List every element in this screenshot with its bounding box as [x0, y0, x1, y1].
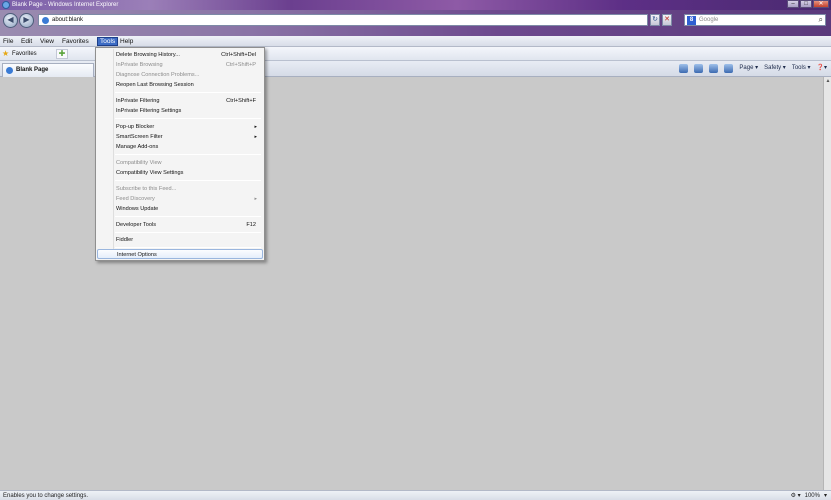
submenu-arrow-icon: ▸	[254, 196, 257, 202]
menu-item-inprivate-filtering-settings[interactable]: InPrivate Filtering Settings	[97, 106, 263, 116]
home-icon[interactable]	[679, 64, 689, 73]
submenu-arrow-icon: ▸	[254, 134, 257, 140]
tab-page-icon	[6, 67, 13, 74]
tab-blank-page[interactable]: Blank Page	[2, 63, 94, 77]
status-bar: Enables you to change settings. ⚙ ▾ 100%…	[0, 490, 831, 500]
help-menu-button[interactable]: ❓▾	[817, 64, 827, 73]
menu-item-delete-history[interactable]: Delete Browsing History... Ctrl+Shift+De…	[97, 50, 263, 60]
minimize-button[interactable]: –	[787, 0, 799, 8]
protected-mode-icon[interactable]: ⚙ ▾	[791, 492, 801, 500]
print-icon[interactable]	[724, 64, 734, 73]
menu-item-label: Manage Add-ons	[116, 144, 159, 150]
menu-separator	[115, 232, 261, 233]
maximize-button[interactable]: □	[800, 0, 812, 8]
search-input[interactable]: 8 Google ⌕	[684, 14, 826, 26]
address-text[interactable]: about:blank	[52, 16, 83, 25]
menu-item-diagnose[interactable]: Diagnose Connection Problems...	[97, 70, 263, 80]
menu-item-compat-view[interactable]: Compatibility View	[97, 158, 263, 168]
menu-help[interactable]: Help	[118, 37, 135, 46]
window-controls: – □ ✕	[787, 0, 829, 8]
menu-item-label: Fiddler	[116, 237, 134, 243]
menu-favorites[interactable]: Favorites	[60, 37, 91, 46]
menu-item-developer-tools[interactable]: Developer Tools F12	[97, 220, 263, 230]
search-provider-icon[interactable]: 8	[687, 16, 696, 25]
address-bar[interactable]: about:blank	[38, 14, 648, 26]
favorites-button[interactable]: Favorites	[12, 50, 37, 58]
menu-item-shortcut: Ctrl+Shift+Del	[221, 52, 256, 58]
mail-icon[interactable]	[709, 64, 719, 73]
scroll-up-icon[interactable]: ▲	[825, 78, 831, 84]
feeds-icon[interactable]	[694, 64, 704, 73]
address-buttons: ↻ ✕	[650, 14, 672, 26]
menu-view[interactable]: View	[38, 37, 56, 46]
menu-item-subscribe-feed[interactable]: Subscribe to this Feed...	[97, 184, 263, 194]
menu-item-label: Windows Update	[116, 206, 159, 212]
refresh-button[interactable]: ↻	[650, 14, 660, 26]
menu-item-label: SmartScreen Filter	[116, 134, 163, 140]
title-bar: Blank Page - Windows Internet Explorer –…	[0, 0, 831, 10]
menu-item-label: Pop-up Blocker	[116, 124, 155, 130]
stop-button[interactable]: ✕	[662, 14, 672, 26]
menu-item-label: Feed Discovery	[116, 196, 155, 202]
menu-item-shortcut: Ctrl+Shift+P	[225, 62, 256, 68]
zoom-level[interactable]: 100%	[805, 492, 820, 500]
menu-separator	[115, 247, 261, 248]
menu-item-label: Diagnose Connection Problems...	[116, 72, 200, 78]
menu-item-label: Subscribe to this Feed...	[116, 186, 177, 192]
close-button[interactable]: ✕	[813, 0, 829, 8]
vertical-scrollbar[interactable]: ▲	[823, 77, 831, 490]
menu-item-manage-addons[interactable]: Manage Add-ons	[97, 142, 263, 152]
menu-item-label: InPrivate Browsing	[116, 62, 163, 68]
menu-item-label: Internet Options	[117, 252, 157, 258]
menu-separator	[115, 180, 261, 181]
page-menu-button[interactable]: Page ▾	[739, 64, 758, 73]
menu-item-label: Reopen Last Browsing Session	[116, 82, 194, 88]
menu-edit[interactable]: Edit	[19, 37, 34, 46]
menu-item-feed-discovery[interactable]: Feed Discovery ▸	[97, 194, 263, 204]
menu-separator	[115, 154, 261, 155]
menu-separator	[115, 92, 261, 93]
page-icon	[42, 17, 49, 24]
menu-tools[interactable]: Tools	[97, 37, 119, 46]
menu-item-inprivate-browsing[interactable]: InPrivate Browsing Ctrl+Shift+P	[97, 60, 263, 70]
tools-dropdown-menu: Delete Browsing History... Ctrl+Shift+De…	[95, 47, 265, 261]
ie-logo-icon	[2, 1, 10, 9]
safety-menu-button[interactable]: Safety ▾	[764, 64, 786, 73]
tab-label: Blank Page	[16, 67, 49, 73]
menu-item-shortcut: F12	[246, 222, 256, 228]
menu-item-label: Developer Tools	[116, 222, 157, 228]
status-text: Enables you to change settings.	[3, 493, 89, 499]
menu-item-internet-options[interactable]: Internet Options	[97, 249, 263, 259]
menu-item-smartscreen[interactable]: SmartScreen Filter ▸	[97, 132, 263, 142]
menu-separator	[115, 216, 261, 217]
back-button[interactable]: ◀	[3, 13, 18, 28]
menu-item-label: Compatibility View	[116, 160, 162, 166]
favorites-star-icon[interactable]: ★	[2, 50, 9, 58]
status-right: ⚙ ▾ 100% ▾	[791, 492, 827, 500]
menu-item-label: Compatibility View Settings	[116, 170, 184, 176]
tools-menu-button[interactable]: Tools ▾	[792, 64, 811, 73]
window-title: Blank Page - Windows Internet Explorer	[12, 2, 119, 8]
menu-item-reopen-session[interactable]: Reopen Last Browsing Session	[97, 80, 263, 90]
menu-item-label: Delete Browsing History...	[116, 52, 180, 58]
menu-item-popup-blocker[interactable]: Pop-up Blocker ▸	[97, 122, 263, 132]
menu-bar: File Edit View Favorites Tools Help	[0, 36, 831, 47]
menu-item-windows-update[interactable]: Windows Update	[97, 204, 263, 214]
menu-item-label: InPrivate Filtering Settings	[116, 108, 182, 114]
menu-item-fiddler[interactable]: Fiddler	[97, 235, 263, 245]
menu-item-label: InPrivate Filtering	[116, 98, 160, 104]
menu-item-inprivate-filtering[interactable]: InPrivate Filtering Ctrl+Shift+F	[97, 96, 263, 106]
search-placeholder: Google	[699, 17, 719, 23]
add-favorite-icon[interactable]: ✚	[56, 49, 68, 59]
forward-button[interactable]: ▶	[19, 13, 34, 28]
search-icon[interactable]: ⌕	[819, 15, 823, 25]
command-bar: Page ▾ Safety ▾ Tools ▾ ❓▾	[679, 64, 827, 73]
menu-item-shortcut: Ctrl+Shift+F	[226, 98, 256, 104]
menu-file[interactable]: File	[1, 37, 15, 46]
menu-separator	[115, 118, 261, 119]
menu-item-compat-view-settings[interactable]: Compatibility View Settings	[97, 168, 263, 178]
submenu-arrow-icon: ▸	[254, 124, 257, 130]
navigation-bar: ◀ ▶ about:blank ↻ ✕ 8 Google ⌕	[0, 10, 831, 36]
zoom-caret-icon[interactable]: ▾	[824, 492, 827, 500]
